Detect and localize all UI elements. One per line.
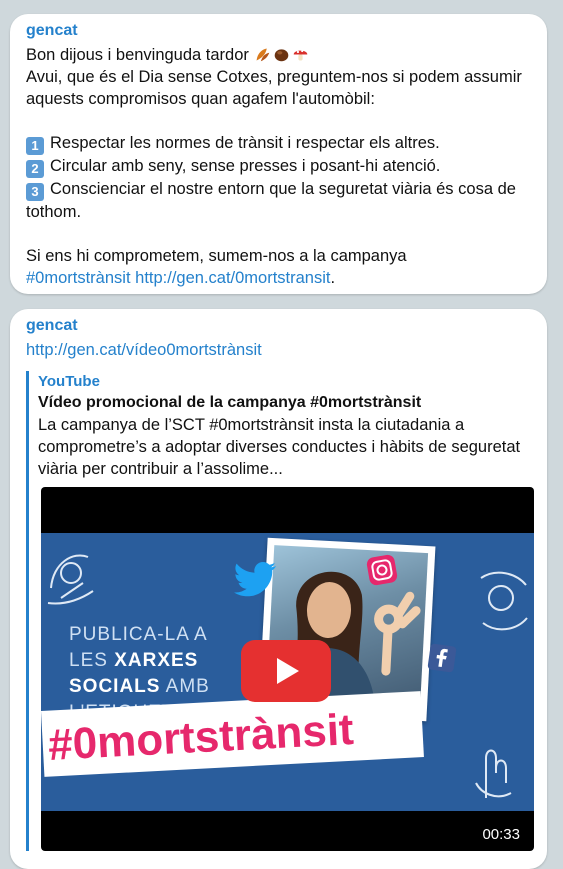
closing-text: Si ens hi comprometem, sumem-nos a la ca… [26,247,407,265]
message-bubble-2: gencat http://gen.cat/vídeo0mortstrànsit… [10,309,547,869]
chestnut-icon [274,49,288,62]
promo-line-2a: LES [69,650,115,671]
instagram-icon [366,554,398,586]
link-preview[interactable]: YouTube Vídeo promocional de la campanya… [26,371,534,851]
ok-hand-sketch-icon [480,571,528,631]
emoji-group [254,46,309,63]
video-duration: 00:33 [482,826,520,843]
video-url-link[interactable]: http://gen.cat/vídeo0mortstrànsit [26,341,262,360]
sender-name[interactable]: gencat [26,22,78,40]
facebook-icon [427,643,457,673]
commitment-3: Conscienciar el nostre entorn que la seg… [26,180,521,221]
ok-hand-sketch-icon [47,554,94,605]
number-3-icon: 3 [26,183,44,201]
preview-site-name: YouTube [38,373,100,390]
promo-line-2b: XARXES [114,650,199,671]
commitment-1: Respectar les normes de trànsit i respec… [50,134,440,152]
promo-line-3a: SOCIALS [69,676,161,697]
end-punctuation: . [330,269,336,287]
greeting-text: Bon dijous i benvinguda tardor [26,46,249,64]
promo-line-3b: AMB [160,676,210,697]
hand-sketch-icon [475,749,512,798]
twitter-icon [234,562,276,597]
video-player[interactable]: PUBLICA-LA A LES XARXES SOCIALS AMB L'ET… [41,487,534,851]
campaign-link[interactable]: http://gen.cat/0mortstransit [135,269,330,287]
play-icon[interactable] [241,640,331,702]
hashtag-link[interactable]: #0mortstrànsit [26,269,131,287]
preview-title: Vídeo promocional de la campanya #0morts… [38,394,422,411]
number-1-icon: 1 [26,137,44,155]
commitment-2: Circular amb seny, sense presses i posan… [50,157,441,175]
message-bubble-1: gencat Bon dijous i benvinguda tardor Av… [10,14,547,294]
intro-text: Avui, que és el Dia sense Cotxes, pregun… [26,68,527,108]
preview-description: La campanya de l’SCT #0mortstrànsit inst… [38,416,521,478]
autumn-leaves-icon [256,48,269,62]
mushroom-icon [293,50,307,61]
promo-line-1: PUBLICA-LA A [69,624,208,645]
number-2-icon: 2 [26,160,44,178]
message-text: Bon dijous i benvinguda tardor Avui, que… [26,44,536,289]
sender-name[interactable]: gencat [26,317,78,335]
